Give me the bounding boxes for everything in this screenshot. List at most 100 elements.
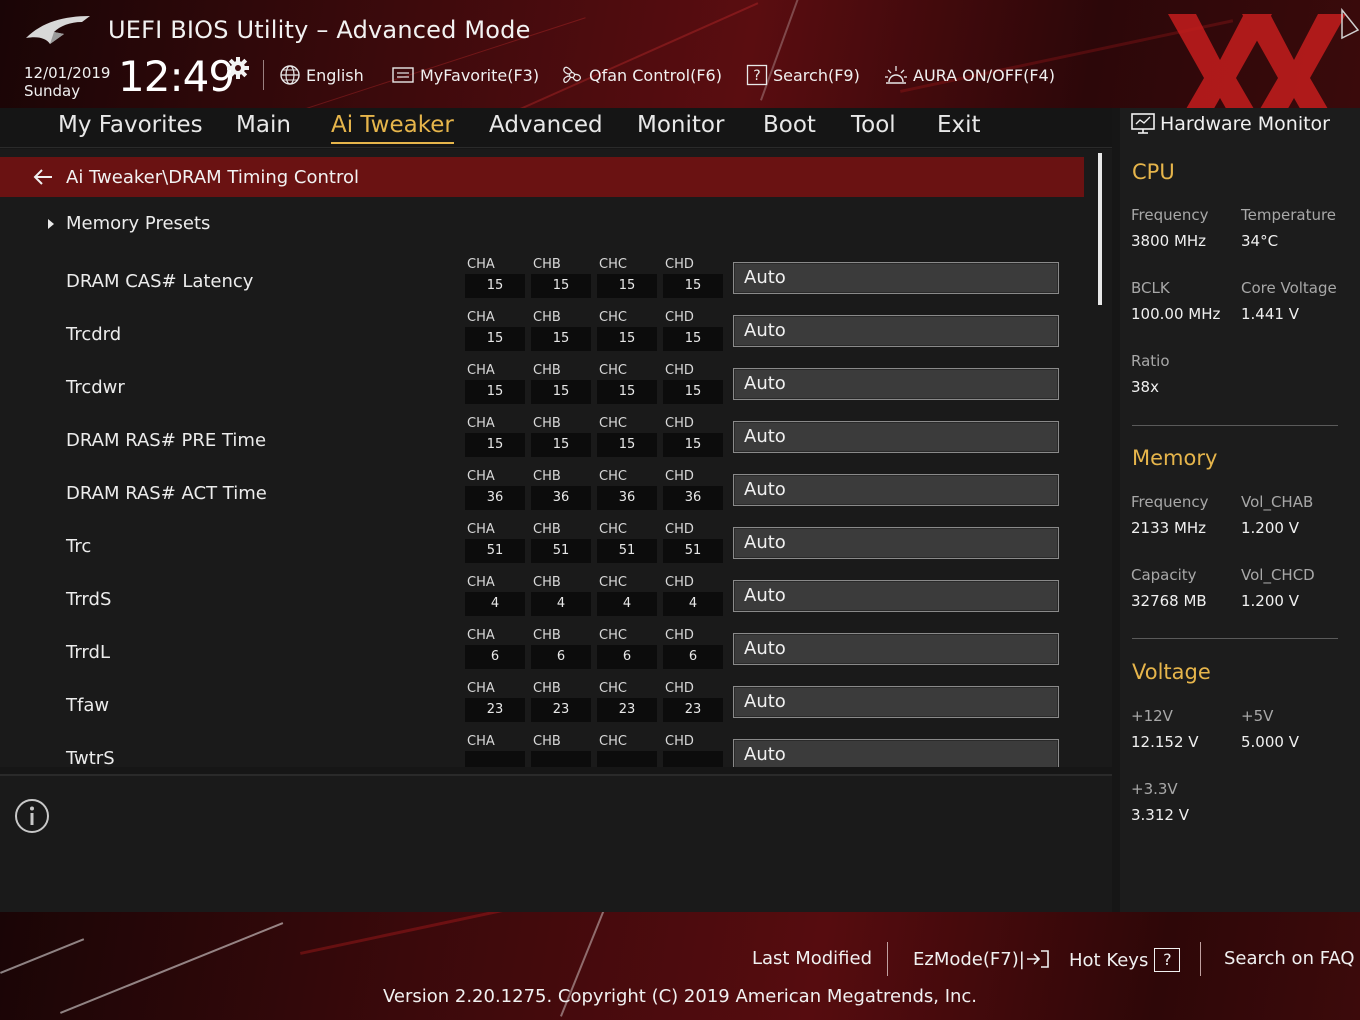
setting-row[interactable]: Trcdrd CHA 15 CHB 15 CHC 15 CHD 15 Auto (0, 310, 1080, 360)
tab-main[interactable]: Main (236, 112, 291, 144)
channel-value: 51 (531, 539, 591, 563)
channel-readout-chd: CHD 23 (663, 681, 723, 723)
setting-label: TwtrS (66, 748, 115, 767)
channel-readout-chb: CHB 51 (531, 522, 591, 564)
timing-value-field[interactable]: Auto (733, 315, 1059, 347)
channel-readout-chc: CHC 15 (597, 310, 657, 352)
hardware-monitor-panel: Hardware Monitor CPU Frequency Temperatu… (1120, 108, 1360, 912)
channel-value: 4 (465, 592, 525, 616)
tab-boot[interactable]: Boot (763, 112, 816, 144)
timing-value-field[interactable]: Auto (733, 739, 1059, 767)
channel-value: 36 (531, 486, 591, 510)
ezmode-button[interactable]: EzMode(F7)| (913, 948, 1051, 970)
channel-value: 51 (663, 539, 723, 563)
channel-name: CHC (599, 363, 627, 378)
channel-value (597, 751, 657, 767)
tab-ai-tweaker[interactable]: Ai Tweaker (331, 112, 454, 144)
setting-row[interactable]: Trc CHA 51 CHB 51 CHC 51 CHD 51 Auto (0, 522, 1080, 572)
timing-value-field[interactable]: Auto (733, 421, 1059, 453)
footer-divider (1200, 942, 1201, 976)
setting-row[interactable]: Trcdwr CHA 15 CHB 15 CHC 15 CHD 15 Auto (0, 363, 1080, 413)
timing-value-field[interactable]: Auto (733, 633, 1059, 665)
tab-tool[interactable]: Tool (851, 112, 896, 144)
myfavorite-button[interactable]: MyFavorite(F3) (391, 62, 539, 88)
channel-readout-chd: CHD 15 (663, 257, 723, 299)
channel-name: CHD (665, 310, 694, 325)
channel-readout-cha: CHA 6 (465, 628, 525, 670)
aura-toggle-button[interactable]: AURA ON/OFF(F4) (884, 62, 1055, 88)
hot-keys-question-icon: ? (1154, 948, 1181, 972)
cpu-section-title: CPU (1132, 160, 1175, 184)
bottom-footer: Last Modified EzMode(F7)| Hot Keys ? Sea… (0, 912, 1360, 1020)
search-faq-button[interactable]: Search on FAQ (1224, 948, 1355, 969)
help-description-area (0, 774, 1112, 912)
globe-icon (280, 65, 300, 85)
search-button[interactable]: ? Search(F9) (746, 62, 860, 88)
channel-name: CHD (665, 469, 694, 484)
setting-label: Tfaw (66, 695, 110, 716)
timing-value-field[interactable]: Auto (733, 474, 1059, 506)
channel-readout-chb: CHB 6 (531, 628, 591, 670)
channel-readout-chc: CHC 15 (597, 416, 657, 458)
setting-label: DRAM RAS# ACT Time (66, 483, 267, 504)
last-modified-button[interactable]: Last Modified (752, 948, 872, 969)
tab-monitor[interactable]: Monitor (637, 112, 724, 144)
channel-name: CHC (599, 310, 627, 325)
tab-exit[interactable]: Exit (937, 112, 981, 144)
channel-readout-cha: CHA 15 (465, 416, 525, 458)
header-divider (263, 60, 264, 90)
setting-row[interactable]: Tfaw CHA 23 CHB 23 CHC 23 CHD 23 Auto (0, 681, 1080, 731)
channel-value: 4 (663, 592, 723, 616)
memory-presets-label: Memory Presets (66, 213, 211, 234)
channel-readout-cha: CHA 15 (465, 363, 525, 405)
channel-value (531, 751, 591, 767)
aura-icon (885, 66, 907, 84)
hardware-monitor-title: Hardware Monitor (1130, 112, 1330, 136)
timing-value-field[interactable]: Auto (733, 262, 1059, 294)
fan-icon (563, 66, 581, 84)
search-label: Search(F9) (773, 65, 860, 85)
channel-value: 15 (465, 274, 525, 298)
settings-scrollbar[interactable] (1098, 153, 1102, 305)
breadcrumb-path: Ai Tweaker\DRAM Timing Control (66, 166, 360, 188)
qfan-control-button[interactable]: Qfan Control(F6) (560, 62, 722, 88)
timing-value-field[interactable]: Auto (733, 527, 1059, 559)
channel-name: CHB (533, 734, 561, 749)
channel-name: CHB (533, 257, 561, 272)
tab-my-favorites[interactable]: My Favorites (58, 112, 203, 144)
svg-text:?: ? (753, 68, 760, 84)
channel-value: 15 (597, 433, 657, 457)
v33-label: +3.3V (1131, 780, 1178, 798)
setting-row[interactable]: TrrdS CHA 4 CHB 4 CHC 4 CHD 4 Auto (0, 575, 1080, 625)
channel-readout-chb: CHB 15 (531, 416, 591, 458)
language-label: English (306, 65, 364, 85)
setting-row[interactable]: DRAM CAS# Latency CHA 15 CHB 15 CHC 15 CHD 15 Aut… (0, 257, 1080, 307)
timing-value-field[interactable]: Auto (733, 686, 1059, 718)
timing-value-field[interactable]: Auto (733, 580, 1059, 612)
channel-value: 15 (531, 327, 591, 351)
channel-readout-chd: CHD 6 (663, 628, 723, 670)
channel-readout-chc: CHC 36 (597, 469, 657, 511)
setting-row[interactable]: TwtrS CHA CHB CHC CHD Auto (0, 734, 1080, 767)
hot-keys-button[interactable]: Hot Keys ? (1069, 948, 1181, 972)
channel-readout-chb: CHB 4 (531, 575, 591, 617)
cpu-temperature-value: 34°C (1241, 232, 1279, 250)
channel-name: CHA (467, 734, 495, 749)
setting-row[interactable]: TrrdL CHA 6 CHB 6 CHC 6 CHD 6 Auto (0, 628, 1080, 678)
channel-readout-cha: CHA 36 (465, 469, 525, 511)
channel-readout-cha: CHA 4 (465, 575, 525, 617)
back-arrow-icon[interactable] (32, 166, 54, 188)
clock-settings-gear-icon[interactable] (226, 56, 250, 80)
tab-advanced[interactable]: Advanced (489, 112, 603, 144)
setting-row[interactable]: DRAM RAS# PRE Time CHA 15 CHB 15 CHC 15 CHD 15 Au… (0, 416, 1080, 466)
channel-readout-chb: CHB 15 (531, 257, 591, 299)
channel-value: 15 (465, 433, 525, 457)
memory-presets-item[interactable]: Memory Presets (44, 213, 210, 234)
setting-row[interactable]: DRAM RAS# ACT Time CHA 36 CHB 36 CHC 36 CHD 36 Au… (0, 469, 1080, 519)
channel-readout-chb: CHB 15 (531, 310, 591, 352)
core-voltage-value: 1.441 V (1241, 305, 1299, 323)
timing-value-field[interactable]: Auto (733, 368, 1059, 400)
channel-readout-chc: CHC 15 (597, 257, 657, 299)
main-tab-bar: My Favorites Main Ai Tweaker Advanced Mo… (0, 108, 1112, 148)
language-button[interactable]: English (279, 62, 364, 88)
